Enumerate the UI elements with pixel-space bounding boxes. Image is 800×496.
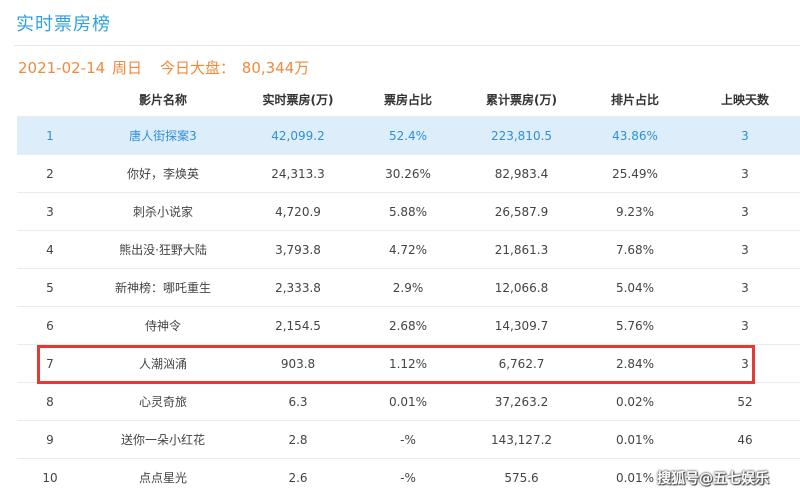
summary-date: 2021-02-14 (18, 59, 106, 77)
rank-cell: 9 (17, 420, 83, 459)
realtime-cell: 6.3 (243, 382, 353, 421)
film-name-link[interactable]: 熊出没·狂野大陆 (83, 230, 243, 269)
summary-total-value: 80,344万 (241, 59, 310, 77)
header-film-name: 影片名称 (138, 93, 187, 107)
watermark: 搜狐号@五七娱乐 (657, 471, 769, 487)
days-cell: 3 (690, 268, 800, 307)
table-row[interactable]: 8 心灵奇旅 6.3 0.01% 37,263.2 0.02% 52 (17, 382, 800, 421)
rank-cell: 5 (17, 268, 83, 307)
cumulative-cell: 37,263.2 (463, 382, 580, 421)
box-office-table: 影片名称 实时票房(万) 票房占比 累计票房(万) 排片占比 上映天数 1 唐人… (17, 83, 800, 496)
days-cell: 3 (690, 344, 800, 383)
schedule-cell: 5.76% (580, 306, 690, 345)
rank-cell: 4 (17, 230, 83, 269)
page-title: 实时票房榜 (16, 14, 111, 35)
film-name-link[interactable]: 人潮汹涌 (83, 344, 243, 383)
table-row[interactable]: 3 刺杀小说家 4,720.9 5.88% 26,587.9 9.23% 3 (17, 192, 800, 231)
rank-cell: 7 (17, 344, 83, 383)
header-days-released: 上映天数 (720, 93, 769, 107)
rank-cell: 6 (17, 306, 83, 345)
schedule-cell: 9.23% (580, 192, 690, 231)
schedule-cell: 0.01% (580, 420, 690, 459)
cumulative-cell: 82,983.4 (463, 154, 580, 193)
schedule-cell: 7.68% (580, 230, 690, 269)
days-cell: 3 (690, 192, 800, 231)
realtime-cell: 42,099.2 (243, 116, 353, 155)
table-row[interactable]: 7 人潮汹涌 903.8 1.12% 6,762.7 2.84% 3 (17, 344, 800, 383)
daily-summary: 2021-02-14 周日 今日大盘： 80,344万 (18, 57, 311, 78)
share-cell: -% (353, 420, 463, 459)
realtime-cell: 2.6 (243, 458, 353, 496)
realtime-cell: 2.8 (243, 420, 353, 459)
film-name-link[interactable]: 刺杀小说家 (83, 192, 243, 231)
share-cell: 30.26% (353, 154, 463, 193)
film-name-link[interactable]: 心灵奇旅 (83, 382, 243, 421)
header-box-share: 票房占比 (383, 93, 432, 107)
summary-weekday: 周日 (111, 59, 142, 77)
rank-cell: 3 (17, 192, 83, 231)
rank-cell: 10 (17, 458, 83, 496)
schedule-cell: 25.49% (580, 154, 690, 193)
rank-cell: 8 (17, 382, 83, 421)
summary-total-label: 今日大盘： (159, 59, 235, 77)
days-cell: 3 (690, 116, 800, 155)
table-row[interactable]: 9 送你一朵小红花 2.8 -% 143,127.2 0.01% 46 (17, 420, 800, 459)
realtime-cell: 2,154.5 (243, 306, 353, 345)
table-row[interactable]: 1 唐人街探案3 42,099.2 52.4% 223,810.5 43.86%… (17, 116, 800, 155)
film-name-link[interactable]: 点点星光 (83, 458, 243, 496)
cumulative-cell: 21,861.3 (463, 230, 580, 269)
rank-cell: 1 (17, 116, 83, 155)
share-cell: 1.12% (353, 344, 463, 383)
table-row[interactable]: 2 你好，李焕英 24,313.3 30.26% 82,983.4 25.49%… (17, 154, 800, 193)
realtime-cell: 24,313.3 (243, 154, 353, 193)
cumulative-cell: 223,810.5 (463, 116, 580, 155)
days-cell: 3 (690, 230, 800, 269)
cumulative-cell: 143,127.2 (463, 420, 580, 459)
share-cell: 2.68% (353, 306, 463, 345)
table-header-row: 影片名称 实时票房(万) 票房占比 累计票房(万) 排片占比 上映天数 (17, 83, 800, 117)
share-cell: 52.4% (353, 116, 463, 155)
cumulative-cell: 26,587.9 (463, 192, 580, 231)
share-cell: -% (353, 458, 463, 496)
cumulative-cell: 6,762.7 (463, 344, 580, 383)
header-schedule-share: 排片占比 (610, 93, 659, 107)
table-row[interactable]: 5 新神榜：哪吒重生 2,333.8 2.9% 12,066.8 5.04% 3 (17, 268, 800, 307)
days-cell: 3 (690, 154, 800, 193)
realtime-cell: 903.8 (243, 344, 353, 383)
cumulative-cell: 14,309.7 (463, 306, 580, 345)
schedule-cell: 2.84% (580, 344, 690, 383)
cumulative-cell: 12,066.8 (463, 268, 580, 307)
table-row[interactable]: 6 侍神令 2,154.5 2.68% 14,309.7 5.76% 3 (17, 306, 800, 345)
film-name-link[interactable]: 送你一朵小红花 (83, 420, 243, 459)
days-cell: 46 (690, 420, 800, 459)
share-cell: 5.88% (353, 192, 463, 231)
schedule-cell: 0.02% (580, 382, 690, 421)
rank-cell: 2 (17, 154, 83, 193)
title-divider (14, 45, 800, 46)
share-cell: 2.9% (353, 268, 463, 307)
header-rank (17, 83, 83, 117)
table-row[interactable]: 4 熊出没·狂野大陆 3,793.8 4.72% 21,861.3 7.68% … (17, 230, 800, 269)
realtime-cell: 4,720.9 (243, 192, 353, 231)
header-realtime-box: 实时票房(万) (262, 93, 334, 107)
schedule-cell: 5.04% (580, 268, 690, 307)
realtime-cell: 3,793.8 (243, 230, 353, 269)
schedule-cell: 43.86% (580, 116, 690, 155)
film-name-link[interactable]: 新神榜：哪吒重生 (83, 268, 243, 307)
film-name-link[interactable]: 侍神令 (83, 306, 243, 345)
share-cell: 0.01% (353, 382, 463, 421)
header-cumulative-box: 累计票房(万) (486, 93, 557, 107)
film-name-link[interactable]: 你好，李焕英 (83, 154, 243, 193)
cumulative-cell: 575.6 (463, 458, 580, 496)
days-cell: 3 (690, 306, 800, 345)
days-cell: 52 (690, 382, 800, 421)
share-cell: 4.72% (353, 230, 463, 269)
film-name-link[interactable]: 唐人街探案3 (83, 116, 243, 155)
realtime-cell: 2,333.8 (243, 268, 353, 307)
